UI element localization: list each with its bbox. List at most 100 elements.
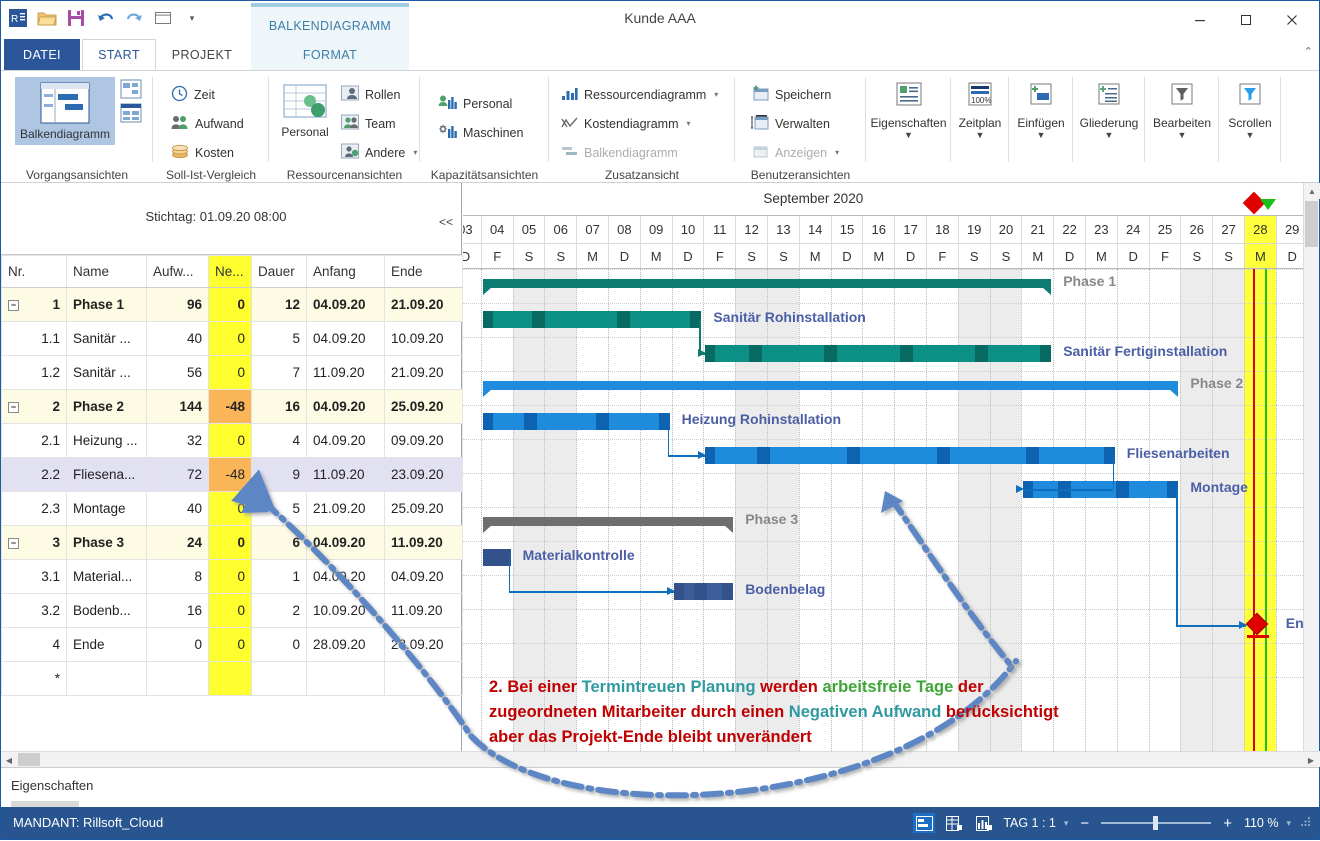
table-row[interactable]: 2.3 Montage 40 0 5 21.09.20 25.09.20 [1, 491, 463, 526]
ribbon-group-scrollen: Scrollen ▼ [1219, 71, 1281, 184]
column-header-ende[interactable]: Ende [384, 255, 463, 288]
grid-view-icon[interactable] [943, 813, 965, 833]
resize-grip-icon[interactable] [1299, 816, 1311, 831]
ribbon-group-ressourcenansichten-title: Ressourcenansichten [286, 168, 403, 182]
gantt-scroll-right-button[interactable]: ▶ [1303, 752, 1319, 768]
ribbon-collapse-icon[interactable]: ⌃ [1304, 45, 1313, 58]
column-header-nr[interactable]: Nr. [1, 255, 67, 288]
table-horizontal-scrollbar[interactable]: ◀ [1, 751, 463, 767]
zoom-in-button[interactable]: + [1219, 815, 1236, 832]
gantt-task-bar[interactable] [482, 413, 670, 430]
gantt-summary-bar[interactable] [482, 381, 1179, 390]
cell-anfang: 04.09.20 [306, 287, 385, 322]
chevron-down-icon[interactable]: ▼ [976, 130, 985, 140]
scrollen-button[interactable]: Scrollen ▼ [1219, 81, 1281, 140]
gantt-day-cell: 12 [735, 216, 767, 243]
row-expander[interactable]: − [8, 299, 19, 311]
speichern-view-button[interactable]: Speichern [751, 81, 831, 108]
annotation-seg-2a: zugeordneten Mitarbeiter durch einen [489, 703, 789, 721]
chevron-down-icon[interactable]: ▾ [687, 119, 691, 128]
staff-table-icon [283, 84, 327, 118]
cell-ende: 11.09.20 [384, 525, 463, 560]
table-row[interactable]: 1.1 Sanitär ... 40 0 5 04.09.20 10.09.20 [1, 321, 463, 356]
chevron-down-icon[interactable]: ▼ [1105, 130, 1114, 140]
zoom-caret-icon[interactable]: ▾ [1286, 818, 1291, 829]
table-row[interactable]: 3.2 Bodenb... 16 0 2 10.09.20 11.09.20 [1, 593, 463, 628]
zeit-button[interactable]: Zeit [171, 81, 215, 108]
collapse-pane-button[interactable]: << [439, 215, 453, 229]
scroll-up-button[interactable]: ▲ [1304, 183, 1320, 199]
personal-capacity-button[interactable]: Personal [438, 90, 512, 117]
aufwand-button[interactable]: Aufwand [171, 110, 244, 137]
zoom-out-button[interactable]: − [1076, 815, 1093, 832]
table-scroll-thumb[interactable] [18, 753, 40, 766]
chevron-down-icon[interactable]: ▼ [1178, 130, 1187, 140]
row-expander[interactable]: − [8, 401, 19, 413]
tab-datei[interactable]: DATEI [4, 39, 80, 70]
gantt-day-cell: 28 [1244, 216, 1276, 243]
zeitplan-button[interactable]: 100% Zeitplan ▼ [951, 81, 1009, 140]
gantt-summary-bar[interactable] [482, 279, 1052, 288]
chevron-down-icon[interactable]: ▼ [904, 130, 913, 140]
column-header-anfang[interactable]: Anfang [306, 255, 385, 288]
chevron-down-icon[interactable]: ▾ [413, 148, 417, 157]
maschinen-capacity-button[interactable]: Maschinen [438, 119, 523, 146]
vertical-scrollbar[interactable]: ▲ ▼ [1303, 183, 1320, 767]
table-row[interactable]: 2.2 Fliesena... 72 -48 9 11.09.20 23.09.20 [1, 457, 463, 492]
rollen-button[interactable]: Rollen [341, 81, 400, 108]
balkendiagramm-button[interactable]: Balkendiagramm [15, 77, 115, 145]
bearbeiten-button[interactable]: Bearbeiten ▼ [1145, 81, 1219, 140]
ribbon-group-ressourcenansichten: Personal Rollen Team Andere ▾ Ressourcen… [269, 71, 420, 184]
kostendiagramm-button[interactable]: Kostendiagramm ▾ [561, 110, 691, 137]
network-view-icon[interactable] [120, 79, 142, 102]
ressourcendiagramm-button[interactable]: Ressourcendiagramm ▾ [561, 81, 718, 108]
properties-tab-label[interactable]: Eigenschaften [11, 778, 93, 793]
timescale-caret-icon[interactable]: ▾ [1064, 818, 1069, 829]
chart-view-icon[interactable] [973, 813, 995, 833]
table-row[interactable]: * [1, 661, 463, 696]
table-row[interactable]: −2 Phase 2 144 -48 16 04.09.20 25.09.20 [1, 389, 463, 424]
split-view-icon[interactable] [913, 813, 936, 833]
table-header-row: Nr. Name Aufw... Ne... Dauer Anfang Ende [1, 255, 463, 288]
gantt-weekday-cell: D [463, 244, 481, 268]
verwalten-view-button[interactable]: Verwalten [751, 110, 830, 137]
column-header-aufwand[interactable]: Aufw... [146, 255, 209, 288]
gliederung-button[interactable]: Gliederung ▼ [1073, 81, 1145, 140]
gantt-summary-bar[interactable] [482, 517, 734, 526]
column-header-dauer[interactable]: Dauer [251, 255, 307, 288]
tab-projekt[interactable]: PROJEKT [158, 39, 246, 70]
maximize-button[interactable] [1223, 1, 1269, 39]
chevron-down-icon[interactable]: ▼ [1037, 130, 1046, 140]
table-scroll-left-button[interactable]: ◀ [1, 752, 17, 768]
tab-start[interactable]: START [82, 39, 156, 70]
table-row[interactable]: 2.1 Heizung ... 32 0 4 04.09.20 09.09.20 [1, 423, 463, 458]
zoom-slider[interactable] [1101, 816, 1212, 830]
gantt-day-cell: 10 [671, 216, 704, 243]
kosten-button[interactable]: Kosten [171, 139, 234, 166]
chevron-down-icon[interactable]: ▼ [1246, 130, 1255, 140]
chevron-down-icon[interactable]: ▾ [714, 90, 718, 99]
tab-format[interactable]: FORMAT [251, 39, 409, 70]
roles-icon [341, 85, 359, 104]
gantt-task-bar[interactable] [482, 311, 702, 328]
close-button[interactable] [1269, 1, 1315, 39]
andere-button[interactable]: Andere ▾ [341, 139, 417, 166]
vertical-scroll-thumb[interactable] [1305, 201, 1318, 247]
team-button[interactable]: Team [341, 110, 396, 137]
einfuegen-button[interactable]: Einfügen ▼ [1009, 81, 1073, 140]
table-row[interactable]: −1 Phase 1 96 0 12 04.09.20 21.09.20 [1, 287, 463, 322]
cell-aufwand: 32 [146, 423, 209, 458]
column-header-name[interactable]: Name [66, 255, 147, 288]
eigenschaften-button[interactable]: Eigenschaften ▼ [866, 81, 951, 140]
table-view-icon[interactable] [120, 103, 142, 126]
gantt-horizontal-scrollbar[interactable]: ▶ [463, 751, 1319, 767]
column-header-negativ[interactable]: Ne... [208, 255, 252, 288]
personal-view-button[interactable]: Personal [273, 83, 337, 139]
row-expander[interactable]: − [8, 537, 19, 549]
minimize-button[interactable] [1177, 1, 1223, 39]
table-row[interactable]: 4 Ende 0 0 0 28.09.20 28.09.20 [1, 627, 463, 662]
table-row[interactable]: 1.2 Sanitär ... 56 0 7 11.09.20 21.09.20 [1, 355, 463, 390]
table-row[interactable]: 3.1 Material... 8 0 1 04.09.20 04.09.20 [1, 559, 463, 594]
table-row[interactable]: −3 Phase 3 24 0 6 04.09.20 11.09.20 [1, 525, 463, 560]
zoom-slider-thumb[interactable] [1153, 816, 1159, 830]
